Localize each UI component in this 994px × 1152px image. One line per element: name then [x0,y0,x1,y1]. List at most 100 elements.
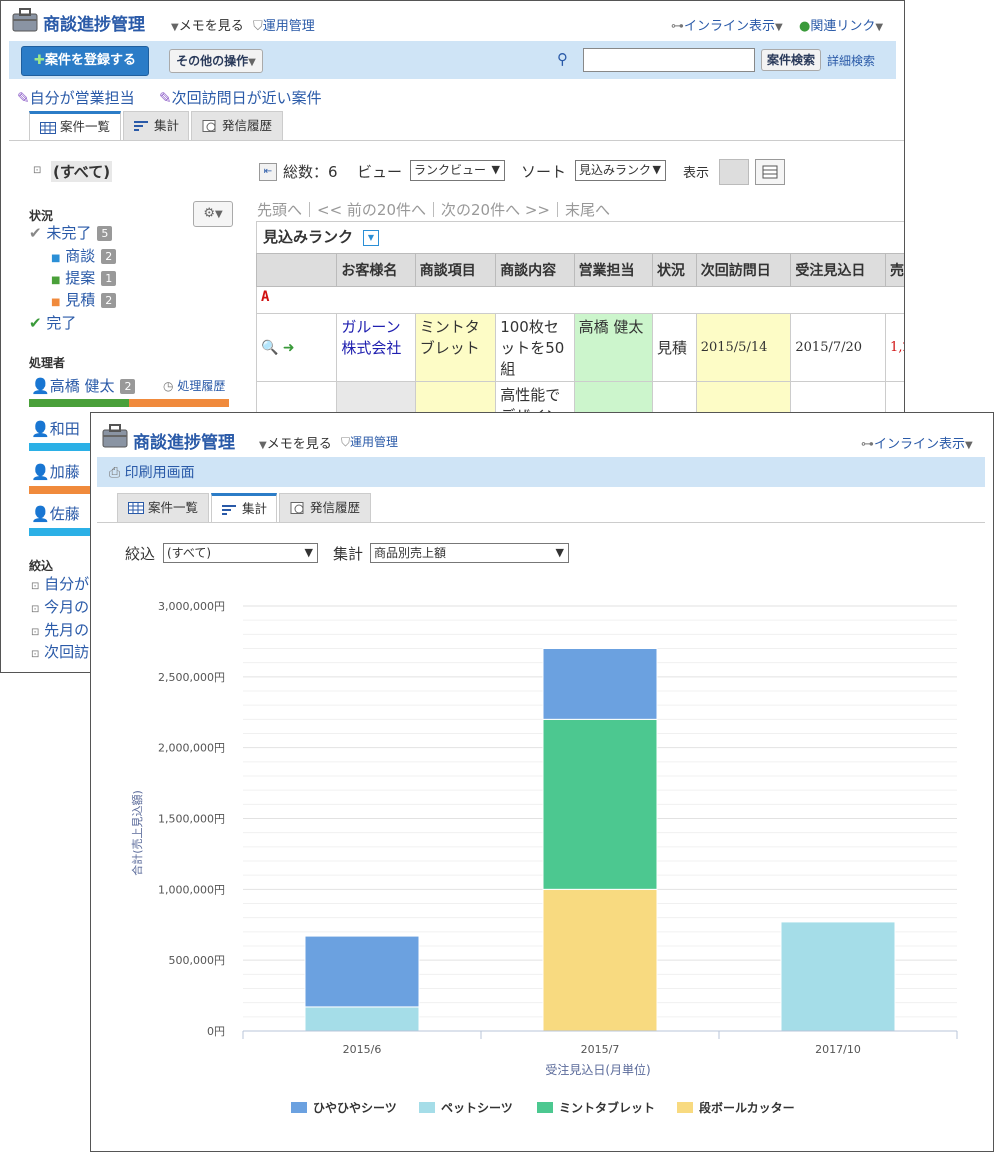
total-count: 総数：6 [283,163,338,181]
gear-icon: ⚙ [203,206,215,221]
status-done[interactable]: ✔ 完了 [29,312,76,333]
filter-label: 絞込 [125,545,156,563]
app-title[interactable]: 商談進捗管理 [133,428,235,453]
dropdown-icon[interactable]: ▼ [363,230,379,246]
table-header[interactable]: 状況 [651,253,697,287]
filter-item[interactable]: ⊡ 次回訪 [31,641,89,662]
plus-icon: ✚ [34,53,45,68]
content-cell: 100枚セットを50組 [495,313,575,382]
item-cell: ミントタブレット [414,313,497,382]
other-operations-button[interactable]: その他の操作▼ [169,49,263,73]
tab-aggregate[interactable]: 集計 [211,493,277,523]
tab-aggregate[interactable]: 集計 [123,111,189,141]
related-links[interactable]: ●関連リンク▼ [799,15,883,34]
handler-item[interactable]: 👤高橋 健太 2 [31,375,136,396]
print-link[interactable]: ⎙ 印刷用画面 [109,462,195,482]
chain-link-icon: ⊶ [671,19,684,34]
tab-send-history[interactable]: 発信履歴 [191,111,283,141]
table-header[interactable]: お客様名 [336,253,416,287]
legend-label[interactable]: 段ボールカッター [699,1100,795,1115]
caret-down-icon: ▼ [171,22,179,33]
status-item[interactable]: ■ 見積 2 [51,289,117,310]
user-icon: 👤 [31,505,50,523]
filter-item[interactable]: ⊡ 先月の [31,619,89,640]
table-header[interactable]: 売上 [885,253,904,287]
inline-view-link[interactable]: ⊶インライン表示▼ [861,433,973,452]
memo-link[interactable]: ▼メモを見る [171,15,244,34]
filter-select[interactable]: (すべて) ▼ [163,543,318,563]
history-link[interactable]: ◷ 処理履歴 [163,377,225,394]
handler-item[interactable]: 👤和田 [31,418,80,439]
gear-menu-button[interactable]: ⚙▼ [193,201,233,227]
search-button[interactable]: 案件検索 [761,49,821,71]
legend-label[interactable]: ひやひやシーツ [313,1101,397,1115]
handler-item[interactable]: 👤佐藤 [31,503,80,524]
status-incomplete[interactable]: ✔ 未完了 5 [29,222,113,243]
filter-item[interactable]: ⊡ 今月の [31,596,89,617]
legend-swatch [537,1102,553,1113]
bar-segment[interactable] [542,648,658,720]
advanced-search-link[interactable]: 詳細検索 [827,52,875,69]
legend-label[interactable]: ペットシーツ [441,1101,513,1115]
status-item[interactable]: ■ 提案 1 [51,267,117,288]
all-filter[interactable]: (すべて) [51,161,113,182]
sort-select[interactable]: 見込みランク ▼ [575,160,666,181]
tab-list[interactable]: 案件一覧 [29,111,121,141]
chevron-down-icon: ▼ [304,546,313,559]
aggregate-select[interactable]: 商品別売上額 ▼ [370,543,569,563]
tab-list[interactable]: 案件一覧 [117,493,209,523]
square-bullet-icon: ■ [51,275,61,286]
next-visit-cell: 2015/5/14 [695,313,792,382]
pager[interactable]: 先頭へ｜<< 前の20件へ｜次の20件へ >>｜末尾へ [257,199,610,220]
inline-view-link[interactable]: ⊶インライン表示▼ [671,15,783,34]
bar-segment[interactable] [304,935,420,1008]
table-header[interactable]: 商談項目 [414,253,497,287]
view-label: ビュー [357,163,403,181]
status-item[interactable]: ■ 商談 2 [51,245,117,266]
expected-date-cell: 2015/7/20 [790,313,887,382]
tab-send-history[interactable]: 発信履歴 [279,493,371,523]
status-cell: 見積 [651,313,697,382]
register-button[interactable]: ✚案件を登録する [21,46,149,76]
memo-link[interactable]: ▼メモを見る [259,433,332,452]
user-icon: 👤 [31,420,50,438]
admin-link[interactable]: ⛉運用管理 [253,15,315,34]
bar-list-icon [222,505,236,515]
bar-segment[interactable] [542,718,658,890]
table-view-icon[interactable] [755,159,785,185]
view-select[interactable]: ランクビュー ▼ [410,160,505,181]
app-title[interactable]: 商談進捗管理 [43,10,145,35]
bar-segment[interactable] [304,1006,420,1032]
legend-label[interactable]: ミントタブレット [559,1100,655,1115]
filter-item[interactable]: ⊡ 自分が [31,573,89,594]
briefcase-icon [12,8,38,32]
card-view-icon[interactable] [719,159,749,185]
table-header[interactable]: 商談内容 [495,253,575,287]
table-header[interactable]: 次回訪問日 [695,253,792,287]
search-input[interactable] [583,48,755,72]
detail-icon[interactable]: 🔍 [261,340,278,356]
progress-segment [29,486,99,494]
arrow-right-icon[interactable]: ➜ [283,340,295,356]
collapse-icon[interactable]: ⊡ [33,165,41,176]
expand-icon: ⊡ [31,604,40,615]
app-header: 商談進捗管理 ▼メモを見る ⛉運用管理 ⊶インライン表示▼ ●関連リンク▼ [1,1,904,41]
table-header [255,253,338,287]
collapse-sidebar-icon[interactable]: ⇤ [259,163,277,181]
table-header-row: お客様名 商談項目 商談内容 営業担当 状況 次回訪問日 受注見込日 売上 [255,253,904,287]
table-header[interactable]: 受注見込日 [790,253,887,287]
shield-icon: ⛉ [253,19,263,34]
legend-swatch [677,1102,693,1113]
table-header[interactable]: 営業担当 [573,253,653,287]
bar-segment[interactable] [780,921,896,1032]
favorite-link[interactable]: ✎次回訪問日が近い案件 [159,87,322,108]
admin-link[interactable]: ⛉運用管理 [341,433,398,450]
customer-link[interactable]: ガルーン株式会社 [336,313,416,382]
table-icon [128,502,144,514]
bar-segment[interactable] [542,888,658,1032]
progress-segment [29,443,99,451]
display-label: 表示 [683,166,710,181]
sort-label: ソート [521,163,567,181]
handler-item[interactable]: 👤加藤 [31,461,80,482]
favorite-link[interactable]: ✎自分が営業担当 [17,87,135,108]
